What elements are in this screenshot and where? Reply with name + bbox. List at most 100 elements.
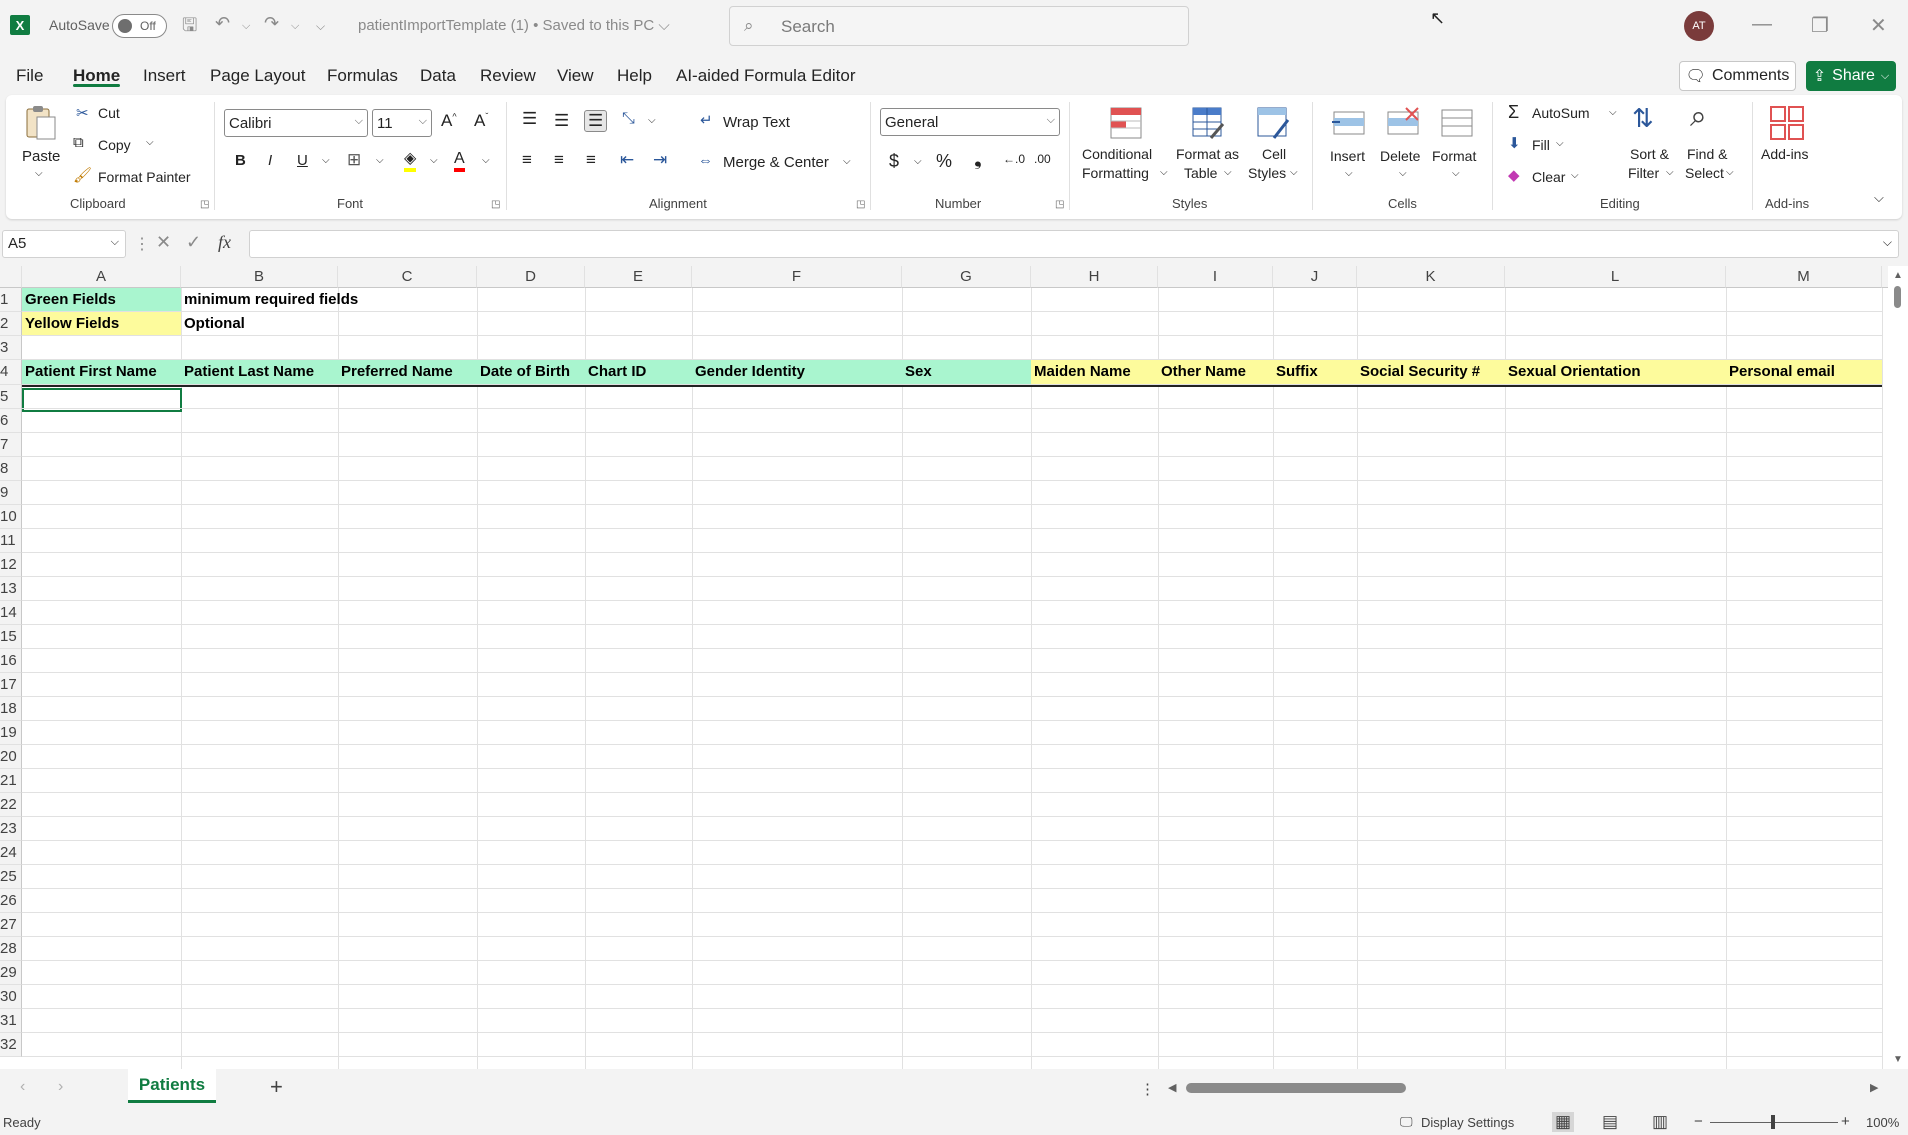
- row-header[interactable]: 2: [0, 312, 22, 336]
- number-format-combo[interactable]: General ⌵: [880, 108, 1060, 136]
- format-painter-icon[interactable]: 🖌: [73, 166, 92, 184]
- column-header-i[interactable]: I: [1158, 266, 1273, 288]
- zoom-level[interactable]: 100%: [1866, 1115, 1899, 1130]
- chevron-down-icon[interactable]: ⌵: [1571, 170, 1579, 181]
- scroll-thumb[interactable]: [1894, 286, 1901, 308]
- row-header[interactable]: 19: [0, 721, 22, 745]
- enter-icon[interactable]: ✓: [186, 232, 201, 253]
- legend-yellow-desc[interactable]: Optional: [181, 312, 338, 336]
- italic-button[interactable]: I: [268, 152, 272, 169]
- column-header-f[interactable]: F: [692, 266, 902, 288]
- insert-function-icon[interactable]: fx: [218, 232, 231, 253]
- column-header-h[interactable]: H: [1031, 266, 1158, 288]
- header-cell[interactable]: Other Name: [1158, 360, 1273, 385]
- search-box[interactable]: ⌕ Search: [729, 6, 1189, 46]
- column-header-j[interactable]: J: [1273, 266, 1357, 288]
- comma-button[interactable]: ❟: [974, 148, 982, 171]
- formula-input[interactable]: ⌵: [249, 230, 1899, 258]
- delete-button[interactable]: Delete: [1380, 148, 1420, 164]
- row-header[interactable]: 17: [0, 673, 22, 697]
- increase-indent-icon[interactable]: ⇥: [653, 150, 667, 170]
- row-header[interactable]: 22: [0, 793, 22, 817]
- align-left-icon[interactable]: ≡: [522, 150, 532, 170]
- expand-formula-icon[interactable]: ⌵: [1883, 235, 1892, 250]
- display-settings-button[interactable]: Display Settings: [1421, 1115, 1514, 1130]
- tab-ai-formula-editor[interactable]: AI-aided Formula Editor: [676, 66, 856, 86]
- delete-cells-icon[interactable]: [1384, 104, 1422, 142]
- tab-home[interactable]: Home: [73, 66, 120, 86]
- chevron-down-icon[interactable]: ⌵: [1160, 167, 1168, 178]
- row-header[interactable]: 16: [0, 649, 22, 673]
- percent-button[interactable]: %: [936, 151, 952, 172]
- row-header[interactable]: 8: [0, 457, 22, 481]
- row-header[interactable]: 32: [0, 1033, 22, 1057]
- tab-page-layout[interactable]: Page Layout: [210, 66, 305, 86]
- decrease-font-icon[interactable]: Aˇ: [474, 111, 488, 131]
- conditional-formatting-icon[interactable]: [1107, 104, 1145, 142]
- tab-data[interactable]: Data: [420, 66, 456, 86]
- copy-icon[interactable]: ⧉: [73, 134, 84, 151]
- cut-button[interactable]: Cut: [98, 105, 120, 121]
- copy-button[interactable]: Copy: [98, 137, 131, 153]
- display-settings-icon[interactable]: 🖵: [1400, 1114, 1413, 1130]
- merge-dropdown-icon[interactable]: ⌵: [843, 156, 851, 167]
- chevron-down-icon[interactable]: ⌵: [1224, 167, 1232, 178]
- more-options-icon[interactable]: ⋮: [134, 234, 150, 254]
- tab-file[interactable]: File: [16, 66, 43, 86]
- horizontal-scroll-thumb[interactable]: [1186, 1083, 1406, 1093]
- more-options-icon[interactable]: ⋮: [1140, 1080, 1155, 1098]
- zoom-slider-thumb[interactable]: [1771, 1115, 1775, 1129]
- zoom-in-icon[interactable]: +: [1841, 1113, 1850, 1130]
- row-header[interactable]: 15: [0, 625, 22, 649]
- legend-green-label[interactable]: Green Fields: [22, 288, 181, 312]
- align-center-icon[interactable]: ≡: [554, 150, 564, 170]
- conditional-formatting-button[interactable]: Conditional: [1082, 146, 1152, 162]
- row-header[interactable]: 13: [0, 577, 22, 601]
- comments-button[interactable]: 🗨 Comments: [1679, 61, 1796, 91]
- row-header[interactable]: 11: [0, 529, 22, 553]
- header-cell[interactable]: Sex: [902, 360, 1031, 385]
- row-header[interactable]: 9: [0, 481, 22, 505]
- page-layout-view-icon[interactable]: ▤: [1602, 1112, 1618, 1132]
- normal-view-icon[interactable]: ▦: [1552, 1112, 1575, 1132]
- format-cells-icon[interactable]: [1438, 104, 1476, 142]
- font-color-dropdown-icon[interactable]: ⌵: [482, 155, 490, 166]
- next-sheet-icon[interactable]: ›: [58, 1078, 63, 1096]
- row-header[interactable]: 14: [0, 601, 22, 625]
- header-cell[interactable]: Sexual Orientation: [1505, 360, 1726, 385]
- decrease-indent-icon[interactable]: ⇤: [620, 150, 634, 170]
- page-break-view-icon[interactable]: ▥: [1652, 1112, 1668, 1132]
- row-header[interactable]: 6: [0, 409, 22, 433]
- undo-icon[interactable]: ↶: [215, 13, 230, 34]
- select-all-corner[interactable]: [0, 266, 22, 288]
- header-cell[interactable]: Preferred Name: [338, 360, 477, 385]
- insert-button[interactable]: Insert: [1330, 148, 1365, 164]
- column-header-l[interactable]: L: [1505, 266, 1726, 288]
- clipboard-launcher-icon[interactable]: ◳: [200, 199, 209, 210]
- sheet-tab-patients[interactable]: Patients: [128, 1069, 216, 1103]
- font-launcher-icon[interactable]: ◳: [491, 199, 500, 210]
- row-header[interactable]: 5: [0, 385, 22, 409]
- chevron-down-icon[interactable]: ⌵: [1452, 168, 1460, 179]
- minimize-icon[interactable]: —: [1752, 13, 1772, 36]
- wrap-text-icon[interactable]: ↵: [700, 111, 713, 129]
- document-title[interactable]: patientImportTemplate (1) • Saved to thi…: [358, 17, 670, 34]
- column-header-d[interactable]: D: [477, 266, 585, 288]
- legend-green-desc[interactable]: minimum required fields: [181, 288, 481, 312]
- legend-yellow-label[interactable]: Yellow Fields: [22, 312, 181, 336]
- column-header-k[interactable]: K: [1357, 266, 1505, 288]
- align-middle-icon[interactable]: ☰: [554, 111, 569, 131]
- paste-dropdown-icon[interactable]: ⌵: [35, 168, 43, 179]
- sort-filter-button[interactable]: Sort &: [1630, 146, 1669, 162]
- header-cell[interactable]: Chart ID: [585, 360, 692, 385]
- column-header-e[interactable]: E: [585, 266, 692, 288]
- column-header-c[interactable]: C: [338, 266, 477, 288]
- orientation-icon[interactable]: ⤡: [622, 110, 635, 128]
- fill-icon[interactable]: ⬇: [1508, 134, 1521, 152]
- row-header[interactable]: 31: [0, 1009, 22, 1033]
- find-select-button[interactable]: Find &: [1687, 146, 1727, 162]
- align-top-icon[interactable]: ☰: [522, 109, 537, 129]
- tab-insert[interactable]: Insert: [143, 66, 186, 86]
- row-header[interactable]: 4: [0, 360, 22, 385]
- tab-formulas[interactable]: Formulas: [327, 66, 398, 86]
